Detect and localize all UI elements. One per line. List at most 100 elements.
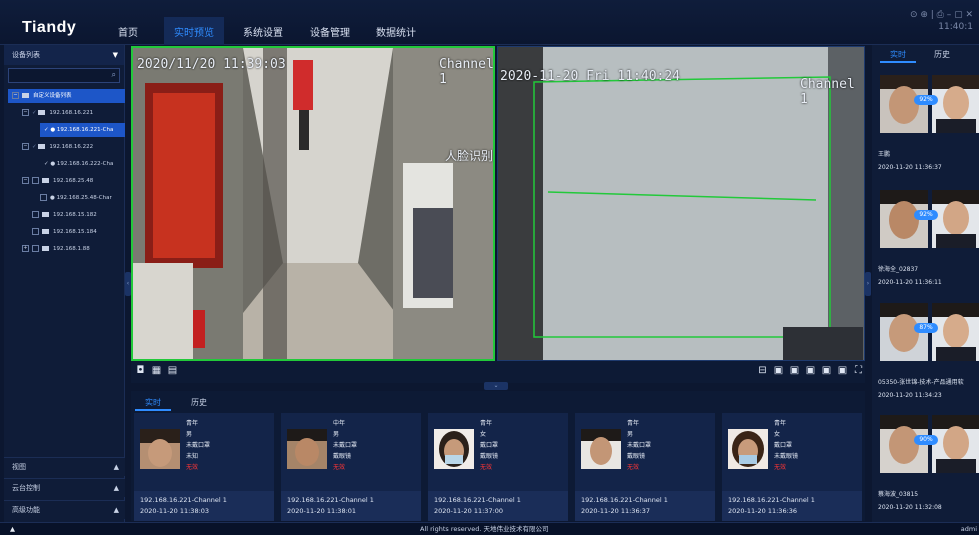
expand-icon[interactable]: −	[22, 143, 29, 150]
video-pane-right[interactable]: 2020-11-20 Fri 11:40:24 Channel 1	[497, 46, 865, 361]
nav-system-settings[interactable]: 系统设置	[233, 17, 293, 45]
tree-node-192-168-16-221[interactable]: − ✓ 192.168.16.221	[22, 106, 93, 120]
stream-icon[interactable]: ▤	[167, 365, 178, 376]
tree-node-channel-221[interactable]: ✓ ● 192.168.16.221-Cha	[40, 123, 125, 137]
match-name: 徐海全_02837	[878, 266, 919, 273]
match-item[interactable]: 87%	[876, 303, 979, 369]
tree-node-192-168-25-48[interactable]: −192.168.25.48	[22, 174, 93, 188]
expand-icon[interactable]: +	[22, 245, 29, 252]
capture-card[interactable]: 青年 女 戴口罩 戴眼镜 无效 192.168.16.221-Channel 1…	[428, 413, 568, 521]
face-attributes: 中年 男 未戴口罩 戴眼镜 无效	[333, 420, 358, 471]
layout-custom-icon[interactable]: ▣	[837, 365, 848, 376]
layout-1-icon[interactable]: ⊟	[757, 365, 768, 376]
expand-icon[interactable]: −	[22, 109, 29, 116]
dropdown-icon[interactable]: ▼	[113, 45, 118, 65]
tree-node-custom-list[interactable]: − 自定义设备列表	[8, 89, 125, 103]
accordion-advanced[interactable]: 高级功能 ▲	[4, 500, 125, 519]
capture-card-footer: 192.168.16.221-Channel 1 2020-11-20 11:3…	[281, 491, 421, 521]
camera-icon: ●	[50, 127, 56, 133]
accordion-view[interactable]: 视图 ▲	[4, 457, 125, 476]
match-name: 王鹏	[878, 151, 891, 158]
clock: 11:40:1	[938, 22, 973, 32]
fullscreen-icon[interactable]: ⛶	[853, 365, 864, 376]
accordion-ptz-control[interactable]: 云台控制 ▲	[4, 478, 125, 497]
layout-9-icon[interactable]: ▣	[805, 365, 816, 376]
capture-card[interactable]: 青年 女 戴口罩 未戴眼镜 无效 192.168.16.221-Channel …	[722, 413, 862, 521]
window-control-icons[interactable]: ⊙ ⊕ | ⎙ – ▢ ✕	[910, 9, 973, 21]
checkbox[interactable]	[32, 228, 39, 235]
window-controls[interactable]: ⊙ ⊕ | ⎙ – ▢ ✕ 11:40:1	[910, 9, 973, 33]
current-user[interactable]: admi	[961, 523, 977, 535]
alert-status: 无效	[333, 464, 346, 471]
tab-realtime-right[interactable]: 实时	[880, 47, 916, 63]
folder-icon	[42, 246, 49, 251]
tree-node-192-168-1-88[interactable]: +192.168.1.88	[22, 242, 90, 256]
checkbox[interactable]	[32, 177, 39, 184]
match-name: 05350-张世锦-技术-产品通用软	[878, 379, 964, 386]
tab-history-right[interactable]: 历史	[924, 47, 960, 63]
search-icon[interactable]: ⌕	[112, 70, 116, 80]
checkbox[interactable]	[40, 194, 47, 201]
face-attributes: 青年 女 戴口罩 未戴眼镜 无效	[774, 420, 799, 471]
expand-icon[interactable]: −	[12, 92, 19, 99]
alert-status: 无效	[774, 464, 787, 471]
corridor-scene	[133, 48, 493, 359]
checkbox[interactable]	[32, 245, 39, 252]
layout-16-icon[interactable]: ▣	[821, 365, 832, 376]
nav-statistics[interactable]: 数据统计	[366, 17, 426, 45]
collapse-right-handle[interactable]: ›	[865, 272, 871, 296]
left-video-timestamp: 2020/11/20 11:39:03	[137, 57, 286, 72]
tree-node-192-168-15-182[interactable]: 192.168.15.182	[32, 208, 97, 222]
left-video-channel: Channel 1	[439, 57, 494, 87]
alert-status: 无效	[627, 464, 640, 471]
capture-time: 2020-11-20 11:38:01	[287, 507, 357, 515]
tab-history[interactable]: 历史	[181, 395, 217, 411]
alert-status: 无效	[186, 464, 199, 471]
video-toolbar: ◘ ▦ ▤ ⊟ ▣ ▣ ▣ ▣ ▣ ⛶	[131, 361, 865, 383]
folder-icon	[42, 212, 49, 217]
device-search-input[interactable]: ⌕	[8, 68, 120, 83]
nav-device-management[interactable]: 设备管理	[300, 17, 360, 45]
capture-channel: 192.168.16.221-Channel 1	[434, 496, 521, 504]
recognition-panel: 实时 历史 92% 王鹏 2020-11-20 11:36:37 92% 徐海全…	[872, 45, 979, 522]
multi-screen-icon[interactable]: ▦	[151, 365, 162, 376]
snapshot-icon[interactable]: ◘	[135, 365, 146, 376]
device-list-header[interactable]: 设备列表 ▼	[4, 45, 124, 65]
capture-card-footer: 192.168.16.221-Channel 1 2020-11-20 11:3…	[428, 491, 568, 521]
layout-6-icon[interactable]: ▣	[789, 365, 800, 376]
checkbox[interactable]	[32, 211, 39, 218]
face-attributes: 青年 女 戴口罩 戴眼镜 无效	[480, 420, 499, 471]
match-item[interactable]: 92%	[876, 75, 979, 141]
match-item[interactable]: 90%	[876, 415, 979, 481]
status-bar: ▲ All rights reserved. 天地伟业技术有限公司 admi	[0, 522, 979, 535]
match-name: 蔡海波_03815	[878, 491, 919, 498]
match-item[interactable]: 92%	[876, 190, 979, 256]
folder-icon	[42, 178, 49, 183]
collapse-bottom-handle[interactable]: ⌄	[484, 382, 508, 390]
capture-card[interactable]: 青年 男 未戴口罩 戴眼镜 无效 192.168.16.221-Channel …	[575, 413, 715, 521]
nav-home[interactable]: 首页	[108, 17, 148, 45]
tree-node-channel-25-48[interactable]: ● 192.168.25.48-Char	[40, 191, 112, 205]
video-pane-left[interactable]: 2020/11/20 11:39:03 Channel 1 人脸识别	[131, 46, 495, 361]
tree-node-192-168-16-222[interactable]: − ✓ 192.168.16.222	[22, 140, 93, 154]
capture-card[interactable]: 中年 男 未戴口罩 戴眼镜 无效 192.168.16.221-Channel …	[281, 413, 421, 521]
similarity-badge: 92%	[914, 95, 938, 105]
tree-node-192-168-15-184[interactable]: 192.168.15.184	[32, 225, 97, 239]
match-time: 2020-11-20 11:34:23	[878, 392, 942, 399]
face-thumbnail	[581, 429, 621, 469]
similarity-badge: 90%	[914, 435, 938, 445]
face-thumbnail	[140, 429, 180, 469]
tree-node-channel-222[interactable]: ✓ ● 192.168.16.222-Cha	[44, 157, 113, 171]
capture-card[interactable]: 青年 男 未戴口罩 未知 无效 192.168.16.221-Channel 1…	[134, 413, 274, 521]
chevron-up-icon: ▲	[113, 506, 119, 514]
capture-card-footer: 192.168.16.221-Channel 1 2020-11-20 11:3…	[575, 491, 715, 521]
tab-realtime[interactable]: 实时	[135, 395, 171, 411]
nav-live-preview[interactable]: 实时预览	[164, 17, 224, 45]
expand-icon[interactable]: −	[22, 177, 29, 184]
chevron-up-icon: ▲	[113, 463, 119, 471]
match-time: 2020-11-20 11:36:37	[878, 164, 942, 171]
capture-card-footer: 192.168.16.221-Channel 1 2020-11-20 11:3…	[722, 491, 862, 521]
device-tree: − 自定义设备列表 − ✓ 192.168.16.221 ✓ ● 192.168.1…	[4, 86, 125, 486]
alarm-icon[interactable]: ▲	[10, 523, 15, 535]
layout-4-icon[interactable]: ▣	[773, 365, 784, 376]
